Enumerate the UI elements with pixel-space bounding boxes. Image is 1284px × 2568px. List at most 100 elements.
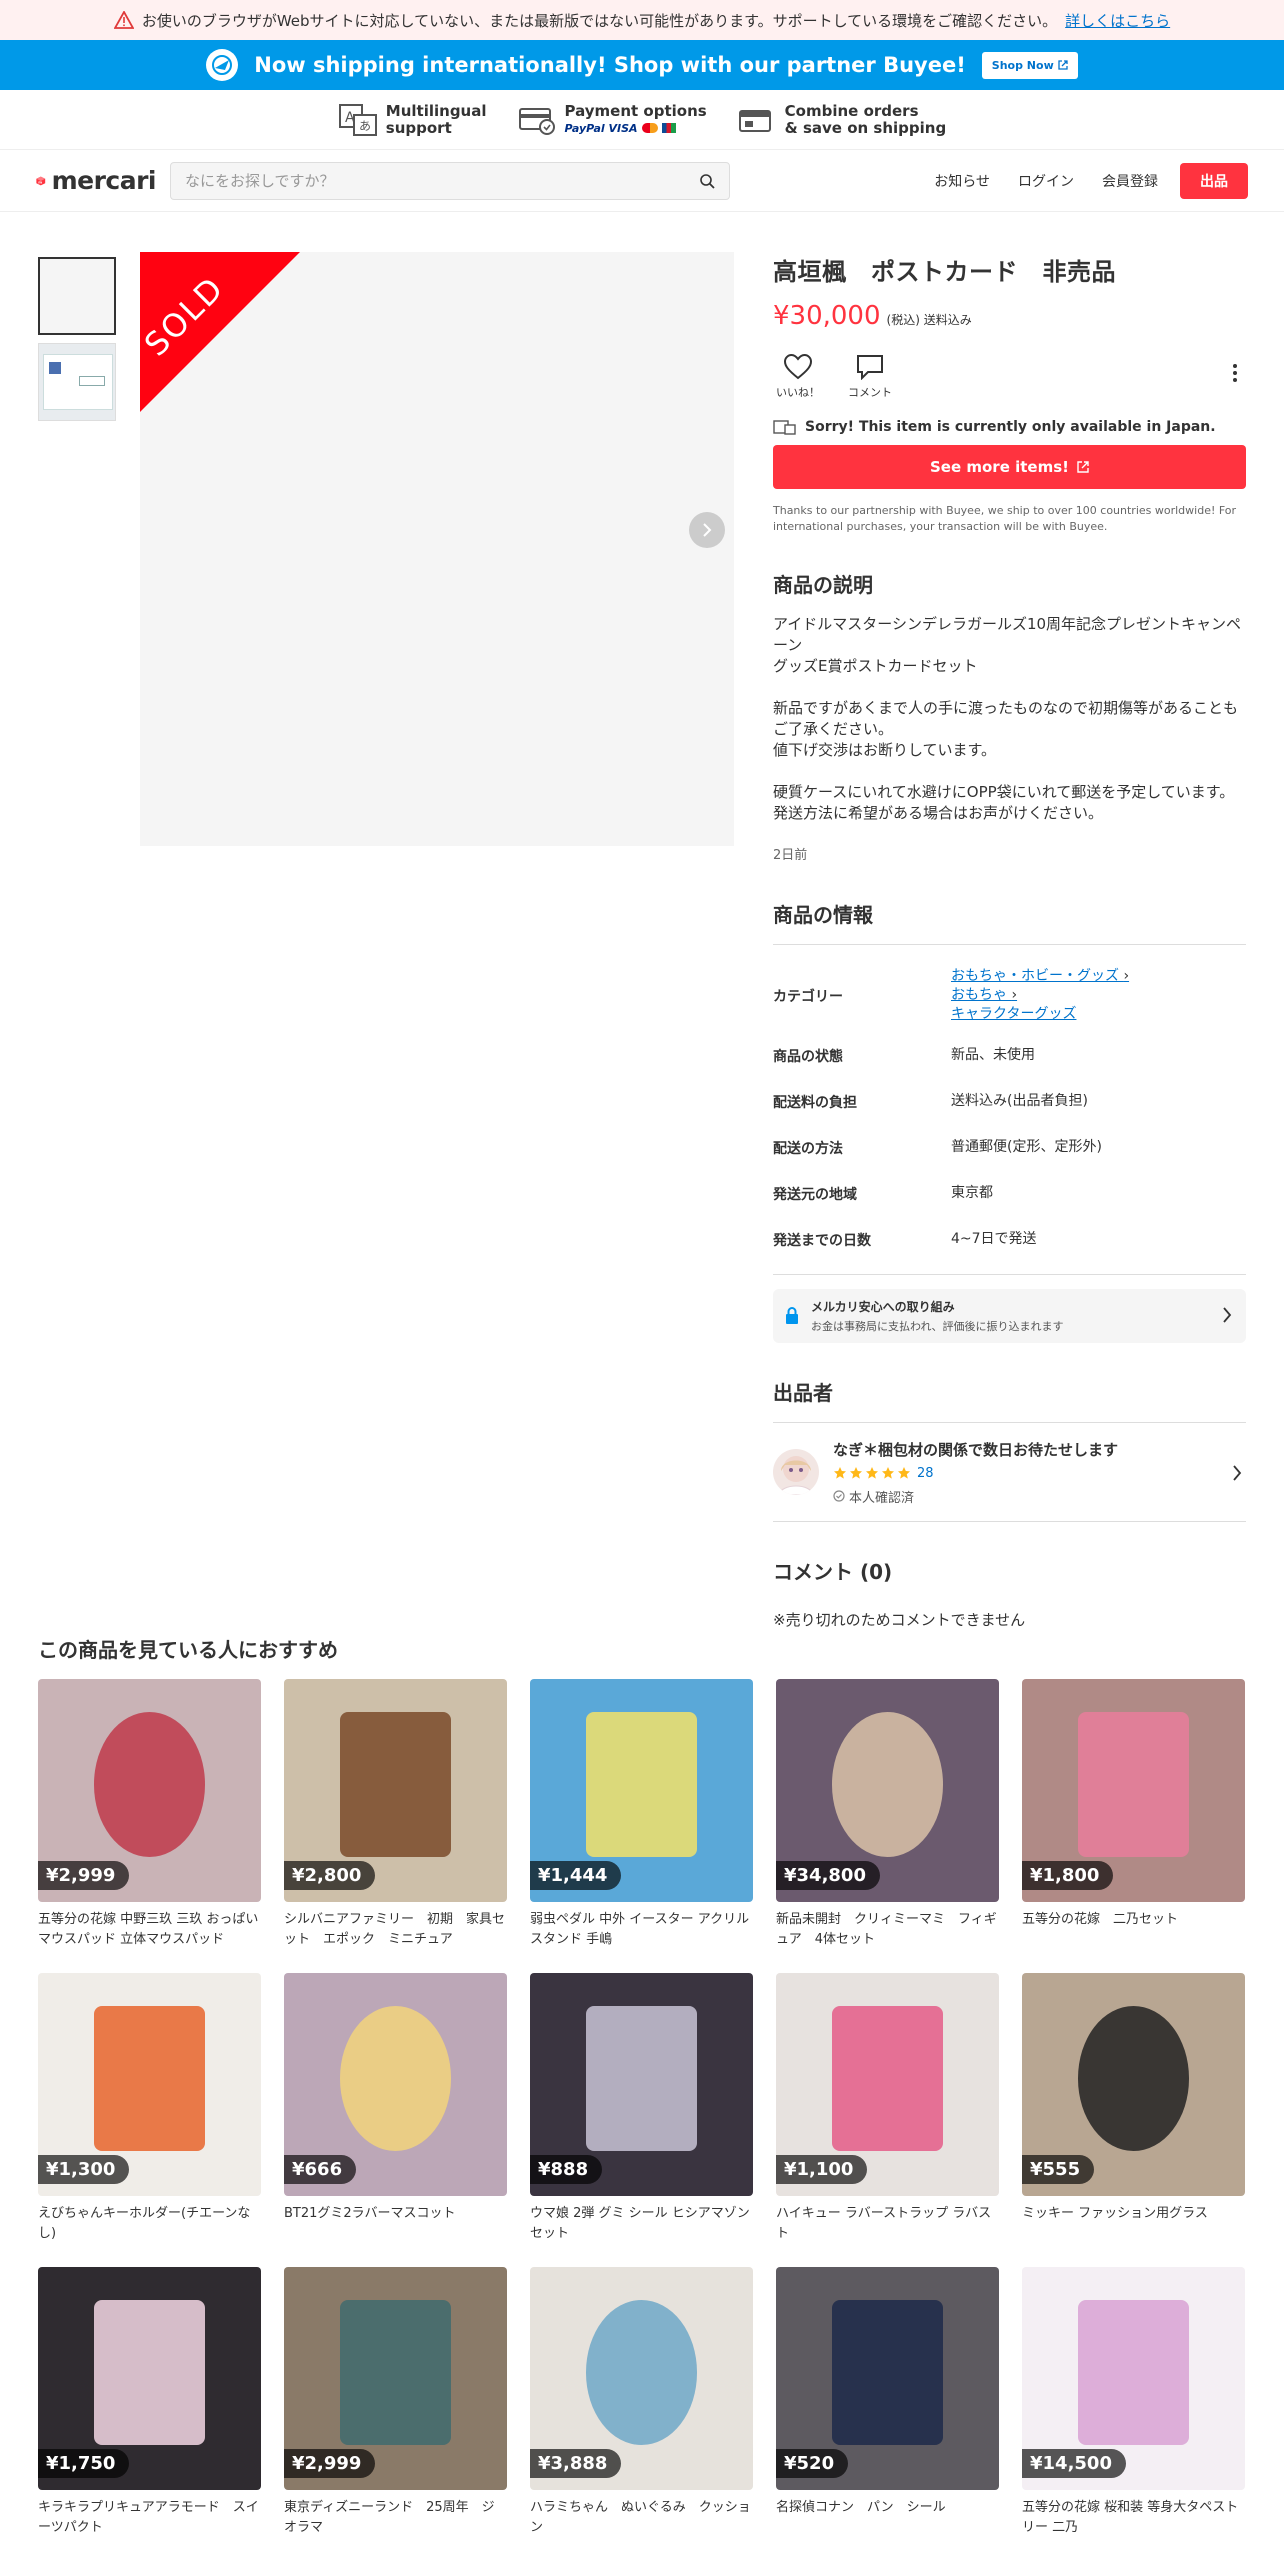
recommended-item[interactable]: ¥520 名探偵コナン パン シール: [776, 2267, 999, 2561]
recommended-item-name[interactable]: ハイキュー ラバーストラップ ラバスト: [776, 2204, 999, 2246]
recommended-item-name[interactable]: 五等分の花嫁 桜和装 等身大タペストリー 二乃: [1022, 2498, 1245, 2540]
recommended-item[interactable]: ¥1,300 えびちゃんキーホルダー(チエーンなし): [38, 1973, 261, 2267]
recommended-item-name[interactable]: ミッキー ファッション用グラス: [1022, 2204, 1245, 2246]
recommended-item-photo: [585, 2300, 698, 2446]
recommended-item-name[interactable]: 五等分の花嫁 中野三玖 三玖 おっぱい マウスパッド 立体マウスパッド: [38, 1910, 261, 1952]
recommended-item-image[interactable]: ¥3,888: [530, 2267, 753, 2490]
comment-button[interactable]: コメント: [845, 354, 895, 400]
mastercard-icon: [641, 123, 658, 133]
payment-logos: PayPal VISA: [565, 120, 707, 137]
feature-multilingual-title: Multilingual: [385, 101, 487, 120]
search-input[interactable]: [185, 171, 665, 190]
recommended-item-image[interactable]: ¥14,500: [1022, 2267, 1245, 2490]
recommended-item-name[interactable]: 東京ディズニーランド 25周年 ジオラマ: [284, 2498, 507, 2540]
recommended-item-photo: [585, 2006, 698, 2152]
recommended-item-name[interactable]: BT21グミ2ラバーマスコット: [284, 2204, 507, 2246]
thumbnail-2-detail: [49, 362, 61, 374]
news-link[interactable]: お知らせ: [920, 171, 1004, 191]
recommended-item[interactable]: ¥1,800 五等分の花嫁 二乃セット: [1022, 1679, 1245, 1973]
safety-info-banner[interactable]: メルカリ安心への取り組み お金は事務局に支払われ、評価後に振り込まれます: [773, 1289, 1246, 1343]
info-key: 配送の方法: [773, 1141, 843, 1157]
sell-button[interactable]: 出品: [1180, 163, 1248, 199]
seller-card[interactable]: なぎ＊梱包材の関係で数日お待たせします 28 本人確認済: [773, 1422, 1246, 1522]
feature-payment: Payment options PayPal VISA: [517, 102, 707, 137]
price-note: (税込) 送料込み: [886, 313, 972, 327]
recommended-item-image[interactable]: ¥2,800: [284, 1679, 507, 1902]
recommended-item[interactable]: ¥2,999 東京ディズニーランド 25周年 ジオラマ: [284, 2267, 507, 2561]
info-value: 送料込み(出品者負担): [951, 1093, 1088, 1109]
recommended-item-name[interactable]: えびちゃんキーホルダー(チエーンなし): [38, 2204, 261, 2246]
recommended-item-name[interactable]: 弱虫ペダル 中外 イースター アクリルスタンド 手嶋: [530, 1910, 753, 1952]
warning-details-link[interactable]: 詳しくはこちら: [1065, 10, 1170, 31]
category-link-3[interactable]: キャラクターグッズ: [951, 1005, 1129, 1024]
recommended-item[interactable]: ¥1,750 キラキラプリキュアアラモード スイーツパクト: [38, 2267, 261, 2561]
recommended-item-image[interactable]: ¥555: [1022, 1973, 1245, 2196]
recommended-item[interactable]: ¥2,800 シルバニアファミリー 初期 家具セット エポック ミニチュア: [284, 1679, 507, 1973]
recommended-item-photo: [339, 2006, 452, 2152]
mercari-logo[interactable]: m mercari: [36, 166, 157, 195]
seller-avatar-image: [778, 1456, 814, 1495]
recommended-item-name[interactable]: 名探偵コナン パン シール: [776, 2498, 999, 2540]
recommended-item-image[interactable]: ¥1,100: [776, 1973, 999, 2196]
recommended-item-image[interactable]: ¥1,444: [530, 1679, 753, 1902]
main-product-image[interactable]: SOLD: [140, 252, 734, 846]
description-line: 値下げ交渉はお断りしています。: [773, 741, 997, 759]
like-button[interactable]: いいね！: [773, 354, 823, 400]
recommended-item[interactable]: ¥1,100 ハイキュー ラバーストラップ ラバスト: [776, 1973, 999, 2267]
recommended-item-name[interactable]: シルバニアファミリー 初期 家具セット エポック ミニチュア: [284, 1910, 507, 1952]
info-row-category: カテゴリー おもちゃ・ホビー・グッズ › おもちゃ › キャラクターグッズ: [773, 945, 1246, 1030]
description-line: [773, 761, 1246, 782]
search-icon[interactable]: [699, 173, 715, 189]
search-box[interactable]: [170, 161, 730, 200]
login-link[interactable]: ログイン: [1004, 171, 1088, 191]
recommended-item[interactable]: ¥14,500 五等分の花嫁 桜和装 等身大タペストリー 二乃: [1022, 2267, 1245, 2561]
recommended-item[interactable]: ¥3,888 ハラミちゃん ぬいぐるみ クッション: [530, 2267, 753, 2561]
description-line: グッズE賞ポストカードセット: [773, 657, 978, 675]
recommended-item-image[interactable]: ¥2,999: [38, 1679, 261, 1902]
recommended-item-image[interactable]: ¥2,999: [284, 2267, 507, 2490]
recommended-item-photo: [93, 2300, 206, 2446]
feature-multilingual: Aあ Multilingual support: [338, 101, 487, 137]
chevron-right-icon: ›: [1011, 987, 1018, 1003]
recommended-item-image[interactable]: ¥1,300: [38, 1973, 261, 2196]
recommended-item-name[interactable]: ハラミちゃん ぬいぐるみ クッション: [530, 2498, 753, 2540]
recommended-item-image[interactable]: ¥1,750: [38, 2267, 261, 2490]
chevron-right-icon: [1233, 1465, 1242, 1481]
shop-now-button[interactable]: Shop Now: [981, 51, 1078, 79]
recommended-item-image[interactable]: ¥34,800: [776, 1679, 999, 1902]
seller-avatar: [773, 1449, 819, 1495]
recommended-item-image[interactable]: ¥888: [530, 1973, 753, 2196]
seller-heading: 出品者: [773, 1381, 833, 1405]
recommended-item-image[interactable]: ¥1,800: [1022, 1679, 1245, 1902]
international-shipping-banner[interactable]: Now shipping internationally! Shop with …: [0, 40, 1284, 90]
product-actions: いいね！ コメント: [773, 351, 1246, 403]
feature-combine: Combine orders & save on shipping: [737, 102, 946, 137]
recommended-item[interactable]: ¥1,444 弱虫ペダル 中外 イースター アクリルスタンド 手嶋: [530, 1679, 753, 1973]
category-link-2[interactable]: おもちゃ ›: [951, 986, 1129, 1005]
recommended-item-photo: [93, 2006, 206, 2152]
info-value: 新品、未使用: [951, 1047, 1035, 1063]
info-row-shipping-method: 配送の方法 普通郵便(定形、定形外): [773, 1120, 1246, 1166]
recommended-item[interactable]: ¥666 BT21グミ2ラバーマスコット: [284, 1973, 507, 2267]
thumbnail-2[interactable]: [38, 343, 116, 421]
category-link-2-text: おもちゃ: [951, 987, 1007, 1003]
recommended-item-image[interactable]: ¥520: [776, 2267, 999, 2490]
see-more-items-button[interactable]: See more items!: [773, 445, 1246, 489]
signup-link[interactable]: 会員登録: [1088, 171, 1172, 191]
more-options-icon[interactable]: [1232, 363, 1238, 383]
thumbnail-1[interactable]: [38, 257, 116, 335]
recommended-item[interactable]: ¥555 ミッキー ファッション用グラス: [1022, 1973, 1245, 2267]
category-link-1[interactable]: おもちゃ・ホビー・グッズ ›: [951, 967, 1129, 986]
recommended-item-name[interactable]: 新品未開封 クリィミーマミ フィギュア 4体セット: [776, 1910, 999, 1952]
next-image-button[interactable]: [689, 512, 725, 548]
recommended-item[interactable]: ¥888 ウマ娘 2弾 グミ シール ヒシアマゾン セット: [530, 1973, 753, 2267]
recommended-item-name[interactable]: キラキラプリキュアアラモード スイーツパクト: [38, 2498, 261, 2540]
recommended-item-image[interactable]: ¥666: [284, 1973, 507, 2196]
recommended-item[interactable]: ¥34,800 新品未開封 クリィミーマミ フィギュア 4体セット: [776, 1679, 999, 1973]
external-link-icon: [1077, 461, 1089, 473]
info-key: 配送料の負担: [773, 1095, 857, 1111]
recommended-item-name[interactable]: ウマ娘 2弾 グミ シール ヒシアマゾン セット: [530, 2204, 753, 2246]
recommended-item-name[interactable]: 五等分の花嫁 二乃セット: [1022, 1910, 1245, 1952]
info-row-ship-from: 発送元の地域 東京都: [773, 1166, 1246, 1212]
recommended-item[interactable]: ¥2,999 五等分の花嫁 中野三玖 三玖 おっぱい マウスパッド 立体マウスパッ…: [38, 1679, 261, 1973]
